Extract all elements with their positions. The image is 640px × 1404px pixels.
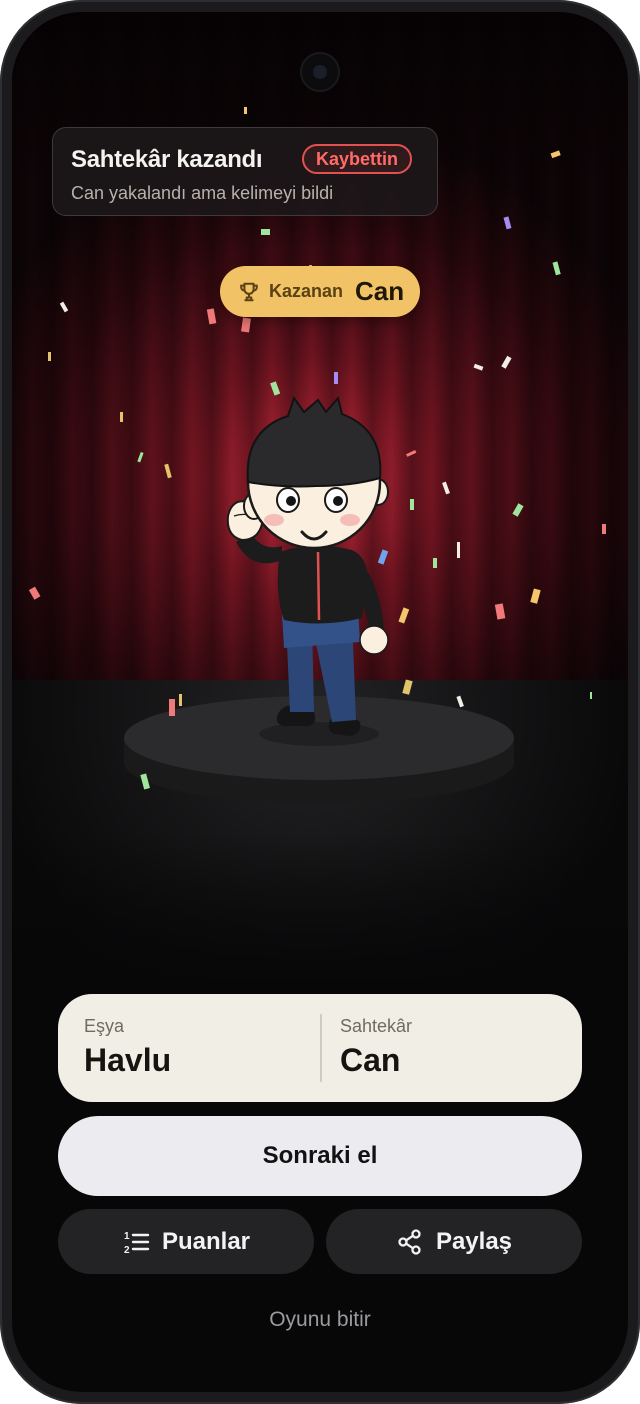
impostor-label: Sahtekâr — [340, 1016, 413, 1036]
result-subtitle: Can yakalandı ama kelimeyi bildi — [71, 183, 334, 203]
end-game-link[interactable]: Oyunu bitir — [12, 1308, 628, 1332]
phone-frame: Sahtekâr kazandı Kaybettin Can yakalandı… — [0, 0, 640, 1404]
scores-label: Puanlar — [161, 1227, 251, 1255]
share-icon — [398, 1228, 421, 1255]
round-result-card: Sahtekâr kazandı Kaybettin Can yakalandı… — [52, 127, 438, 216]
round-info-card: Eşya Havlu Sahtekâr Can — [58, 994, 582, 1102]
svg-text:1: 1 — [124, 1231, 130, 1242]
winner-label: Kazanan — [269, 281, 344, 301]
trophy-icon — [240, 282, 258, 302]
winner-badge: Kazanan Can — [220, 266, 420, 317]
share-button[interactable]: Paylaş — [326, 1209, 582, 1274]
game-screen: Sahtekâr kazandı Kaybettin Can yakalandı… — [12, 12, 628, 1392]
result-title: Sahtekâr kazandı — [71, 146, 263, 173]
scores-button[interactable]: 1 2 Puanlar — [58, 1209, 314, 1274]
winner-name: Can — [355, 276, 405, 306]
next-round-label: Sonraki el — [262, 1142, 378, 1169]
info-divider — [320, 1014, 322, 1082]
impostor-value: Can — [340, 1042, 401, 1078]
numbered-list-icon: 1 2 — [124, 1231, 150, 1256]
lost-badge: Kaybettin — [302, 144, 413, 174]
item-label: Eşya — [84, 1016, 125, 1036]
next-round-button[interactable]: Sonraki el — [58, 1116, 582, 1196]
share-label: Paylaş — [435, 1227, 513, 1255]
item-value: Havlu — [84, 1042, 172, 1078]
svg-text:2: 2 — [124, 1245, 130, 1256]
